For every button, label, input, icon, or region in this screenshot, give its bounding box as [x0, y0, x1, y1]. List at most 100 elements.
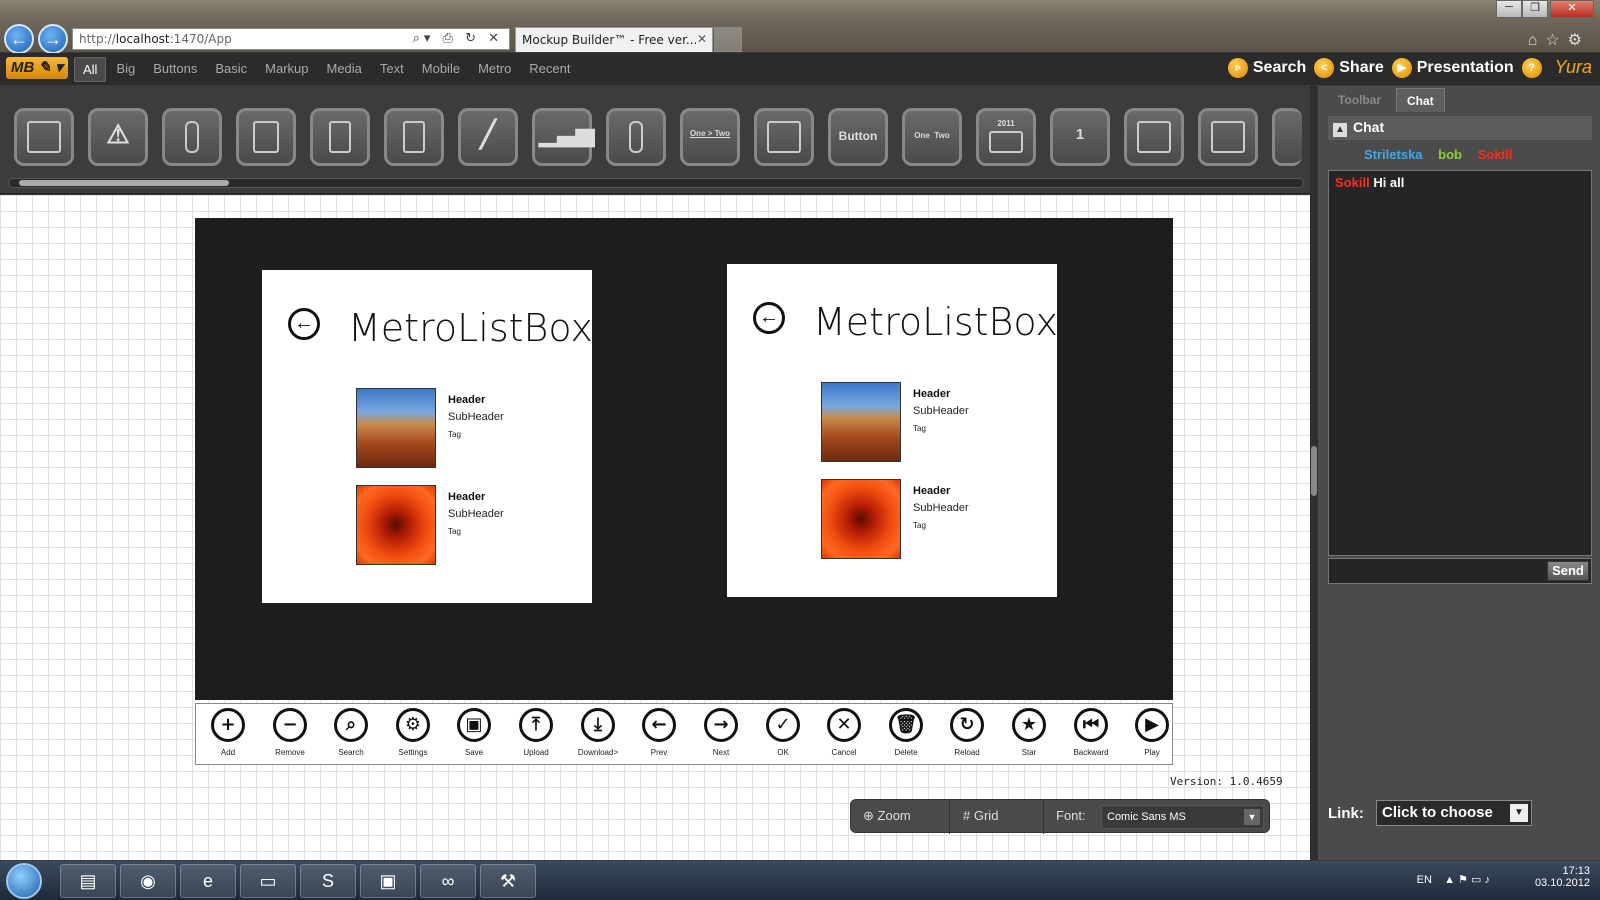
toolbar-scroll-thumb[interactable]: [19, 180, 229, 186]
visual-studio-icon[interactable]: ∞: [420, 864, 476, 898]
zoom-button[interactable]: ⊕ Zoom: [863, 808, 911, 824]
menu-item-media[interactable]: Media: [319, 57, 370, 82]
explorer-icon[interactable]: ▤: [60, 864, 116, 898]
chat-user[interactable]: Striletska: [1364, 147, 1423, 162]
chat-header[interactable]: ▲ Chat: [1328, 116, 1592, 140]
grid-button[interactable]: # Grid: [963, 808, 998, 823]
list-item[interactable]: Header SubHeader Tag: [356, 485, 576, 565]
help-button[interactable]: ?: [1521, 57, 1547, 78]
browser-tools[interactable]: ⌂☆⚙: [1528, 30, 1590, 50]
menu-item-metro[interactable]: Metro: [470, 57, 519, 82]
next-button[interactable]: → Next: [691, 708, 751, 757]
start-button[interactable]: [6, 863, 42, 899]
list-item[interactable]: Header SubHeader Tag: [821, 382, 1041, 462]
reload-button[interactable]: ↻ Reload: [937, 708, 997, 757]
address-icons[interactable]: ⌕▾ ⎙ ↻ ✕: [413, 31, 503, 46]
firefox-icon[interactable]: ◉: [120, 864, 176, 898]
share-button[interactable]: < Share: [1314, 57, 1384, 78]
address-bar[interactable]: http://localhost:1470/App ⌕▾ ⎙ ↻ ✕: [72, 28, 510, 50]
play-button[interactable]: ▶ Play: [1122, 708, 1182, 757]
tool-tablet[interactable]: [236, 108, 296, 166]
close-window-button[interactable]: ✕: [1550, 0, 1594, 18]
tool-blackberry[interactable]: [606, 108, 666, 166]
chat-user[interactable]: bob: [1438, 147, 1462, 162]
tab-toolbar[interactable]: Toolbar: [1328, 88, 1391, 112]
tool-curve[interactable]: ╱: [458, 108, 518, 166]
image-viewer-icon[interactable]: ▣: [360, 864, 416, 898]
tool-list[interactable]: [754, 108, 814, 166]
tab-close-icon[interactable]: ✕: [697, 32, 707, 46]
back-icon[interactable]: ←: [4, 24, 34, 54]
chevron-down-icon[interactable]: ▼: [1244, 809, 1260, 825]
back-arrow-icon[interactable]: ←: [753, 302, 785, 334]
presentation-button[interactable]: ▶ Presentation: [1391, 57, 1514, 78]
add-button[interactable]: + Add: [198, 708, 258, 757]
metro-listbox-2[interactable]: ← MetroListBox Header SubHeader Tag Head…: [727, 264, 1058, 597]
back-arrow-icon[interactable]: ←: [288, 308, 320, 340]
system-tray[interactable]: EN ▲ ⚑ ▭ ♪: [1417, 873, 1490, 886]
clock[interactable]: 17:13 03.10.2012: [1535, 865, 1590, 889]
tool-calendar[interactable]: 2011: [976, 108, 1036, 166]
chat-user[interactable]: Sokill: [1478, 147, 1513, 162]
user-link[interactable]: Yura: [1555, 57, 1592, 78]
send-button[interactable]: Send: [1547, 561, 1589, 581]
menu-item-markup[interactable]: Markup: [257, 57, 316, 82]
remove-button[interactable]: − Remove: [260, 708, 320, 757]
skype-icon[interactable]: S: [300, 864, 356, 898]
chat-log[interactable]: Sokill Hi all: [1328, 170, 1592, 556]
home-icon[interactable]: ⌂: [1528, 32, 1546, 49]
favorites-icon[interactable]: ☆: [1545, 32, 1567, 49]
metro-listbox-1[interactable]: ← MetroListBox Header SubHeader Tag Head…: [262, 270, 593, 603]
cancel-button[interactable]: ✕ Cancel: [814, 708, 874, 757]
search-app-button[interactable]: ⌕ Search: [321, 708, 381, 757]
tool-more[interactable]: [1272, 108, 1302, 166]
backward-button[interactable]: ⏮ Backward: [1061, 708, 1121, 757]
tool-badge[interactable]: 1: [1050, 108, 1110, 166]
forward-icon[interactable]: →: [38, 24, 68, 54]
list-item[interactable]: Header SubHeader Tag: [356, 388, 576, 468]
volume-icon[interactable]: ♪: [1485, 874, 1491, 886]
tool-tabs[interactable]: One Two: [902, 108, 962, 166]
metro-screen[interactable]: ← MetroListBox Header SubHeader Tag Head…: [195, 218, 1173, 700]
tool-button[interactable]: Button: [828, 108, 888, 166]
tool-keypad[interactable]: [310, 108, 370, 166]
tab-chat[interactable]: Chat: [1396, 88, 1445, 112]
search-button[interactable]: ⌕ Search: [1227, 57, 1306, 78]
tool-window[interactable]: [384, 108, 444, 166]
maximize-button[interactable]: ❐: [1522, 0, 1548, 18]
settings-button[interactable]: ⚙ Settings: [383, 708, 443, 757]
ok-button[interactable]: ✓ OK: [753, 708, 813, 757]
tool-chart[interactable]: ▁▃▅: [532, 108, 594, 166]
prev-button[interactable]: ← Prev: [629, 708, 689, 757]
new-tab-button[interactable]: [714, 27, 742, 52]
toolbar-scrollbar[interactable]: [8, 178, 1304, 188]
menu-item-all[interactable]: All: [74, 57, 107, 82]
link-select[interactable]: Click to choose ▼: [1376, 800, 1532, 826]
menu-item-basic[interactable]: Basic: [207, 57, 255, 82]
gear-icon[interactable]: ⚙: [1568, 32, 1590, 49]
ie-icon[interactable]: e: [180, 864, 236, 898]
tool-tablet-frame[interactable]: [1198, 108, 1258, 166]
tool-listbox[interactable]: [14, 108, 74, 166]
browser-tab[interactable]: Mockup Builder™ - Free ver... ✕: [515, 27, 713, 52]
tool-breadcrumb[interactable]: One > Two: [680, 108, 740, 166]
menu-item-mobile[interactable]: Mobile: [414, 57, 468, 82]
save-button[interactable]: ▣ Save: [444, 708, 504, 757]
menu-item-big[interactable]: Big: [108, 57, 143, 82]
app-logo[interactable]: MB ✎ ▾: [6, 57, 68, 79]
minimize-button[interactable]: ─: [1496, 0, 1522, 18]
chevron-down-icon[interactable]: ▼: [1510, 804, 1528, 822]
tools-icon[interactable]: ⚒: [480, 864, 536, 898]
star-button[interactable]: ★ Star: [999, 708, 1059, 757]
menu-item-recent[interactable]: Recent: [521, 57, 578, 82]
splitter-grip[interactable]: [1311, 446, 1317, 496]
folder-icon[interactable]: ▭: [240, 864, 296, 898]
menu-item-text[interactable]: Text: [372, 57, 412, 82]
chat-input[interactable]: Send: [1328, 558, 1592, 584]
upload-button[interactable]: ⤒ Upload: [506, 708, 566, 757]
language-indicator[interactable]: EN: [1417, 874, 1432, 886]
network-icon[interactable]: ▭: [1471, 874, 1481, 886]
delete-button[interactable]: 🗑 Delete: [876, 708, 936, 757]
tool-alert[interactable]: ⚠: [88, 108, 148, 166]
menu-item-buttons[interactable]: Buttons: [145, 57, 205, 82]
